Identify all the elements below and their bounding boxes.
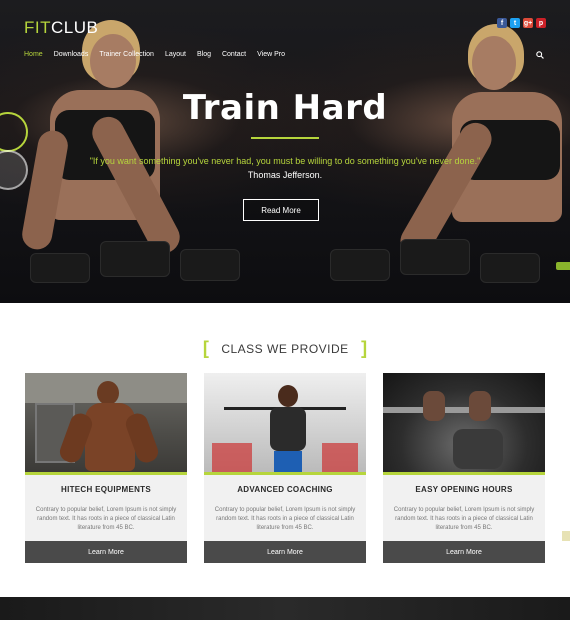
card-title: EASY OPENING HOURS: [415, 485, 513, 494]
learn-more-button[interactable]: Learn More: [25, 541, 187, 563]
site-logo[interactable]: FITCLUB: [24, 18, 98, 38]
nav-item-view-pro[interactable]: View Pro: [257, 51, 285, 58]
hero-title: Train Hard: [182, 88, 388, 128]
heading-bracket-left: [: [202, 338, 209, 358]
nav-item-downloads[interactable]: Downloads: [54, 51, 89, 58]
next-section-preview: [0, 597, 570, 620]
hero-quote-author: Thomas Jefferson.: [247, 170, 323, 180]
class-card-hitech-equipments: HITECH EQUIPMENTS Contrary to popular be…: [25, 373, 187, 563]
card-image-gym-equipment: [25, 373, 187, 475]
learn-more-button[interactable]: Learn More: [204, 541, 366, 563]
learn-more-button[interactable]: Learn More: [383, 541, 545, 563]
heading-bracket-right: ]: [361, 338, 368, 358]
card-description: Contrary to popular belief, Lorem Ipsum …: [214, 507, 356, 531]
class-card-advanced-coaching: ADVANCED COACHING Contrary to popular be…: [204, 373, 366, 563]
section-title: CLASS WE PROVIDE: [221, 341, 349, 356]
nav-item-trainer-collection[interactable]: Trainer Collection: [99, 51, 154, 58]
main-nav: Home Downloads Trainer Collection Layout…: [24, 51, 285, 58]
social-links: f t g+ p: [497, 18, 546, 28]
card-description: Contrary to popular belief, Lorem Ipsum …: [35, 507, 177, 531]
nav-item-layout[interactable]: Layout: [165, 51, 186, 58]
nav-item-home[interactable]: Home: [24, 51, 43, 58]
nav-item-contact[interactable]: Contact: [222, 51, 246, 58]
card-title: ADVANCED COACHING: [237, 485, 333, 494]
card-body: HITECH EQUIPMENTS Contrary to popular be…: [25, 475, 187, 541]
dumbbell-rack: [0, 213, 570, 303]
card-image-barbell-lift: [383, 373, 545, 475]
twitter-icon[interactable]: t: [510, 18, 520, 28]
hero-quote: "If you want something you've never had,…: [89, 156, 481, 166]
card-description: Contrary to popular belief, Lorem Ipsum …: [393, 507, 535, 531]
search-icon[interactable]: [536, 51, 544, 59]
google-plus-icon[interactable]: g+: [523, 18, 533, 28]
pinterest-icon[interactable]: p: [536, 18, 546, 28]
card-body: EASY OPENING HOURS Contrary to popular b…: [383, 475, 545, 541]
hero-banner: FITCLUB f t g+ p Home Downloads Trainer …: [0, 0, 570, 303]
nav-item-blog[interactable]: Blog: [197, 51, 211, 58]
card-title: HITECH EQUIPMENTS: [61, 485, 151, 494]
card-image-coach-training: [204, 373, 366, 475]
card-body: ADVANCED COACHING Contrary to popular be…: [204, 475, 366, 541]
facebook-icon[interactable]: f: [497, 18, 507, 28]
side-tab-edge[interactable]: [562, 531, 570, 541]
section-heading: [ CLASS WE PROVIDE ]: [0, 338, 570, 359]
logo-club: CLUB: [51, 18, 99, 37]
class-card-easy-opening-hours: EASY OPENING HOURS Contrary to popular b…: [383, 373, 545, 563]
hero-divider: [251, 137, 319, 139]
read-more-button[interactable]: Read More: [243, 199, 319, 221]
side-scroll-tab[interactable]: [556, 262, 570, 270]
logo-fit: FIT: [24, 18, 51, 37]
